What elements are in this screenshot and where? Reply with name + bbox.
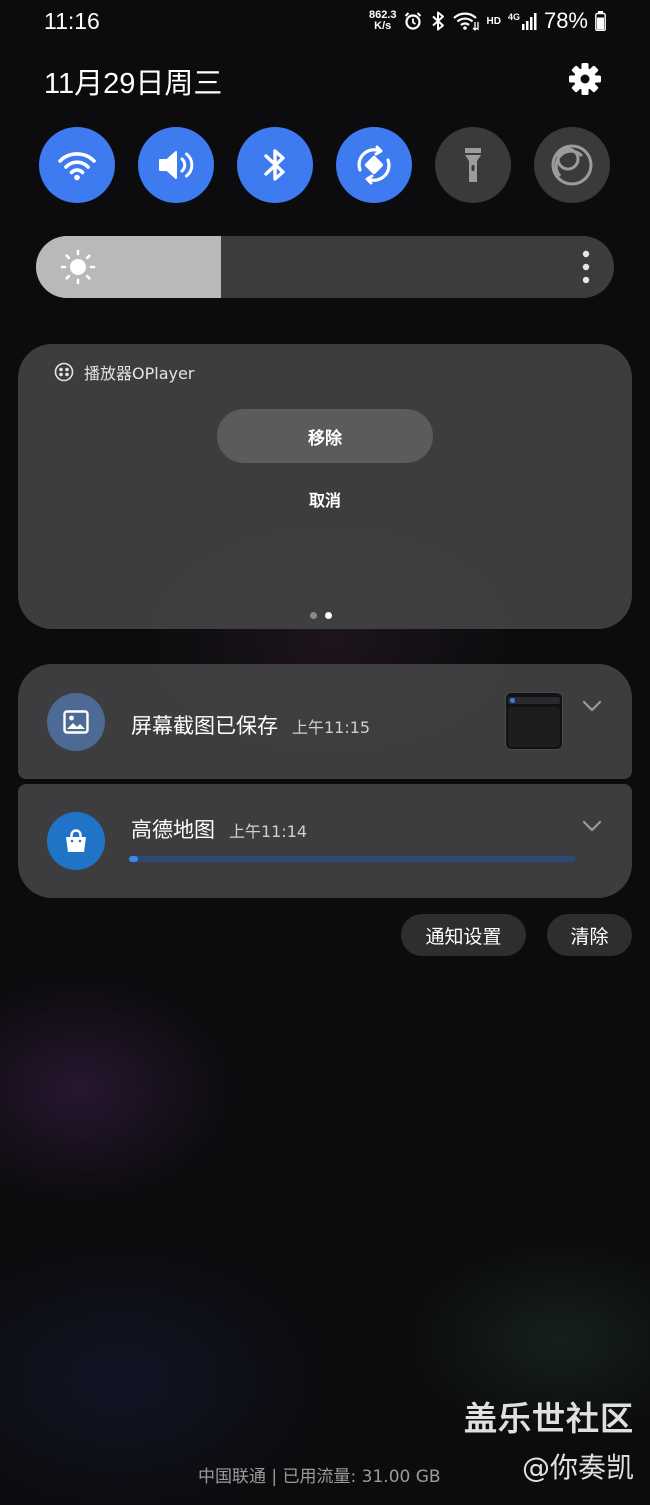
- flashlight-toggle[interactable]: [435, 127, 511, 203]
- page-dot: [310, 612, 317, 619]
- carrier-info: 中国联通 | 已用流量: 31.00 GB: [198, 1467, 441, 1487]
- status-time: 11:16: [44, 8, 100, 34]
- download-progress: [129, 856, 575, 862]
- chevron-down-icon[interactable]: [582, 697, 602, 716]
- wifi-icon: [58, 152, 96, 181]
- signal-icon: 4G: [508, 12, 537, 30]
- gear-icon: [569, 63, 601, 95]
- sound-toggle[interactable]: [138, 127, 214, 203]
- media-player-card: 播放器OPlayer 移除 取消: [18, 344, 632, 629]
- chevron-down-icon[interactable]: [582, 817, 602, 836]
- settings-button[interactable]: [566, 60, 604, 98]
- oplayer-app-icon: [54, 362, 74, 382]
- alarm-icon: [403, 11, 423, 31]
- status-icons: 862.3 K/s HD 4G 78%: [369, 8, 606, 34]
- wifi-status-icon: [453, 11, 480, 31]
- color-filter-toggle[interactable]: [534, 127, 610, 203]
- sound-icon: [159, 151, 194, 179]
- image-icon: [47, 693, 105, 751]
- shopping-bag-icon: [47, 812, 105, 870]
- bluetooth-icon: [264, 149, 285, 181]
- auto-rotate-toggle[interactable]: [336, 127, 412, 203]
- color-filter-icon: [551, 144, 593, 186]
- notification-title-text: 屏幕截图已保存: [131, 714, 278, 738]
- page-indicator: [310, 612, 332, 619]
- flashlight-icon: [465, 148, 481, 182]
- network-speed: 862.3 K/s: [369, 10, 397, 32]
- notification-title: 高德地图 上午11:14: [131, 814, 307, 844]
- quick-settings-row: [39, 127, 611, 205]
- network-speed-unit: K/s: [374, 20, 392, 32]
- watermark-line1: 盖乐世社区: [464, 1399, 634, 1438]
- page-dot: [325, 612, 332, 619]
- bluetooth-status-icon: [430, 11, 446, 31]
- notification-amap[interactable]: 高德地图 上午11:14: [18, 784, 632, 898]
- watermark-line2: @你奏凯: [521, 1451, 634, 1484]
- notification-time: 上午11:14: [229, 822, 308, 841]
- player-header: 播放器OPlayer: [54, 360, 194, 384]
- notification-screenshot[interactable]: 屏幕截图已保存 上午11:15: [18, 664, 632, 779]
- date-label: 11月29日周三: [44, 68, 223, 100]
- remove-button[interactable]: 移除: [217, 409, 433, 463]
- brightness-slider[interactable]: [36, 236, 614, 298]
- battery-icon: [595, 11, 606, 31]
- notification-title: 屏幕截图已保存 上午11:15: [131, 710, 370, 740]
- brightness-icon: [60, 249, 96, 289]
- cancel-button[interactable]: 取消: [283, 484, 367, 514]
- wifi-toggle[interactable]: [39, 127, 115, 203]
- player-app-name: 播放器OPlayer: [84, 364, 195, 383]
- notification-time: 上午11:15: [292, 718, 371, 737]
- hd-indicator: HD: [486, 15, 501, 27]
- bluetooth-toggle[interactable]: [237, 127, 313, 203]
- network-type: 4G: [507, 12, 520, 22]
- notification-title-text: 高德地图: [131, 818, 215, 842]
- download-progress-fill: [129, 856, 138, 862]
- notification-settings-button[interactable]: 通知设置: [401, 914, 526, 956]
- clear-button[interactable]: 清除: [547, 914, 632, 956]
- screenshot-thumbnail[interactable]: [505, 692, 563, 750]
- battery-percent: 78%: [543, 8, 588, 33]
- watermark: 盖乐世社区 @你奏凯: [464, 1392, 634, 1486]
- status-bar: 11:16 862.3 K/s HD 4G 78%: [0, 0, 650, 44]
- more-options-icon[interactable]: [582, 250, 590, 288]
- auto-rotate-icon: [357, 145, 391, 185]
